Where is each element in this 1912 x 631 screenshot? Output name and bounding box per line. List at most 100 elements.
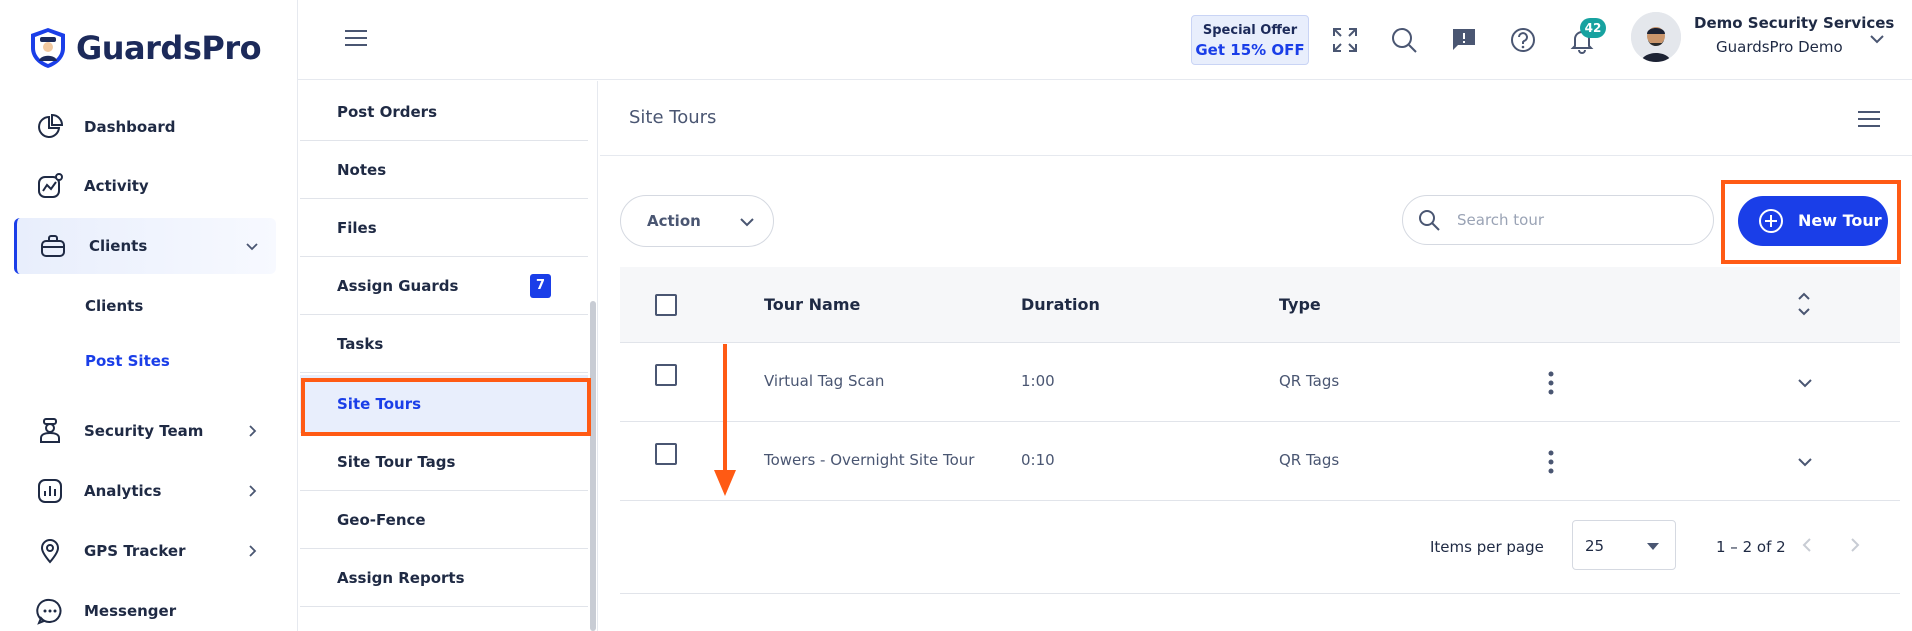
- submenu-item-label: Assign Guards: [337, 277, 459, 295]
- sidebar-item-dashboard[interactable]: Dashboard: [14, 99, 276, 155]
- sidebar-item-activity[interactable]: Activity: [14, 158, 276, 214]
- guard-icon: [40, 418, 60, 443]
- fullscreen-icon[interactable]: [1331, 26, 1359, 54]
- chevron-down-icon[interactable]: [1796, 453, 1814, 471]
- briefcase-icon: [41, 235, 65, 257]
- duration-cell: 0:10: [1021, 451, 1055, 469]
- activity-chart-icon: [38, 173, 63, 198]
- chevron-right-icon[interactable]: [244, 483, 260, 499]
- sidebar-item-label: Security Team: [84, 422, 204, 440]
- action-dropdown[interactable]: Action: [620, 195, 774, 247]
- brand-logo[interactable]: GuardsPro: [28, 26, 262, 70]
- hamburger-menu-icon[interactable]: [1857, 109, 1881, 129]
- divider: [600, 155, 1912, 156]
- sidebar-item-messenger[interactable]: Messenger: [14, 583, 276, 631]
- row-checkbox[interactable]: [655, 443, 677, 465]
- expand-collapse-all-icon[interactable]: [1796, 289, 1812, 319]
- submenu-item-label: Site Tour Tags: [337, 453, 456, 471]
- table-header: Tour Name Duration Type: [620, 267, 1900, 343]
- pie-chart-icon: [38, 113, 64, 138]
- hamburger-menu-icon[interactable]: [344, 28, 368, 48]
- brand-name: GuardsPro: [76, 29, 262, 67]
- chevron-down-icon[interactable]: [244, 238, 260, 254]
- feedback-icon[interactable]: [1450, 26, 1478, 54]
- chevron-down-icon[interactable]: [1796, 374, 1814, 392]
- type-cell: QR Tags: [1279, 372, 1340, 390]
- submenu-item-tasks[interactable]: Tasks: [300, 315, 588, 373]
- chevron-left-icon[interactable]: [1798, 536, 1816, 554]
- tour-name-cell: Virtual Tag Scan: [764, 372, 885, 390]
- items-per-page-label: Items per page: [1430, 538, 1544, 556]
- more-options-icon[interactable]: [1547, 368, 1555, 398]
- action-label: Action: [647, 212, 701, 230]
- sidebar-item-label: GPS Tracker: [84, 542, 186, 560]
- sidebar: GuardsPro Dashboard Activity Clients Cli…: [0, 0, 298, 631]
- page-title: Site Tours: [629, 107, 717, 128]
- main-content: Site Tours Action New Tour Tour Name Dur…: [600, 81, 1912, 631]
- highlight-box-new-tour: [1721, 180, 1901, 264]
- table-row[interactable]: Virtual Tag Scan 1:00 QR Tags: [620, 344, 1900, 422]
- caret-down-icon: [1647, 543, 1659, 550]
- search-icon[interactable]: [1390, 26, 1418, 54]
- chevron-down-icon[interactable]: [1868, 30, 1886, 48]
- submenu-item-assign-guards[interactable]: Assign Guards 7: [300, 257, 588, 315]
- user-name: Demo Security Services: [1694, 14, 1895, 32]
- paginator: Items per page 25 1 – 2 of 2: [620, 502, 1900, 594]
- submenu-item-files[interactable]: Files: [300, 199, 588, 257]
- submenu-item-geo-fence[interactable]: Geo-Fence: [300, 491, 588, 549]
- special-offer-button[interactable]: Special Offer Get 15% OFF: [1191, 15, 1309, 65]
- select-all-checkbox[interactable]: [655, 294, 677, 316]
- sidebar-item-label: Activity: [84, 177, 149, 195]
- submenu-scrollbar[interactable]: [590, 301, 596, 631]
- guard-shield-icon: [31, 28, 65, 68]
- sidebar-item-security-team[interactable]: Security Team: [14, 403, 276, 459]
- duration-cell: 1:00: [1021, 372, 1055, 390]
- help-icon[interactable]: [1509, 26, 1537, 54]
- page-range-label: 1 – 2 of 2: [1716, 538, 1786, 556]
- table-row[interactable]: Towers - Overnight Site Tour 0:10 QR Tag…: [620, 423, 1900, 501]
- chevron-right-icon[interactable]: [244, 543, 260, 559]
- sidebar-item-label: Clients: [89, 237, 148, 255]
- more-options-icon[interactable]: [1547, 447, 1555, 477]
- submenu-item-site-tour-tags[interactable]: Site Tour Tags: [300, 433, 588, 491]
- bar-chart-icon: [38, 479, 62, 503]
- submenu-item-label: Post Orders: [337, 103, 438, 121]
- chat-icon: [36, 598, 62, 625]
- search-box[interactable]: [1402, 195, 1714, 245]
- sidebar-item-analytics[interactable]: Analytics: [14, 463, 276, 519]
- submenu-item-label: Geo-Fence: [337, 511, 426, 529]
- submenu-item-assign-reports[interactable]: Assign Reports: [300, 549, 588, 607]
- chevron-right-icon[interactable]: [244, 423, 260, 439]
- offer-title: Special Offer: [1202, 23, 1298, 38]
- notification-count-badge: 42: [1580, 18, 1606, 38]
- items-per-page-select[interactable]: 25: [1572, 520, 1676, 570]
- sidebar-subitem-post-sites[interactable]: Post Sites: [85, 352, 170, 370]
- sidebar-item-label: Dashboard: [84, 118, 176, 136]
- row-checkbox[interactable]: [655, 364, 677, 386]
- sidebar-item-label: Messenger: [84, 602, 177, 620]
- submenu-item-label: Assign Reports: [337, 569, 465, 587]
- user-company: GuardsPro Demo: [1716, 38, 1843, 56]
- column-header-type[interactable]: Type: [1279, 295, 1321, 314]
- column-header-duration[interactable]: Duration: [1021, 295, 1100, 314]
- submenu-item-post-orders[interactable]: Post Orders: [300, 83, 588, 141]
- submenu-item-label: Tasks: [337, 335, 384, 353]
- avatar[interactable]: [1631, 12, 1681, 62]
- items-per-page-value: 25: [1585, 537, 1605, 555]
- highlight-box-site-tours: [301, 378, 591, 436]
- post-site-submenu: Post Orders Notes Files Assign Guards 7 …: [300, 81, 598, 631]
- sidebar-subitem-clients[interactable]: Clients: [85, 297, 143, 315]
- column-header-tour-name[interactable]: Tour Name: [764, 295, 860, 314]
- type-cell: QR Tags: [1279, 451, 1340, 469]
- search-icon: [1419, 210, 1440, 231]
- sidebar-item-label: Analytics: [84, 482, 162, 500]
- sidebar-item-gps-tracker[interactable]: GPS Tracker: [14, 523, 276, 579]
- submenu-item-notes[interactable]: Notes: [300, 141, 588, 199]
- sidebar-item-clients[interactable]: Clients: [14, 218, 276, 274]
- submenu-item-label: Notes: [337, 161, 387, 179]
- submenu-item-label: Files: [337, 219, 377, 237]
- chevron-right-icon[interactable]: [1846, 536, 1864, 554]
- assign-guards-count-badge: 7: [530, 274, 551, 298]
- search-input[interactable]: [1457, 209, 1697, 231]
- offer-discount: Get 15% OFF: [1195, 41, 1305, 59]
